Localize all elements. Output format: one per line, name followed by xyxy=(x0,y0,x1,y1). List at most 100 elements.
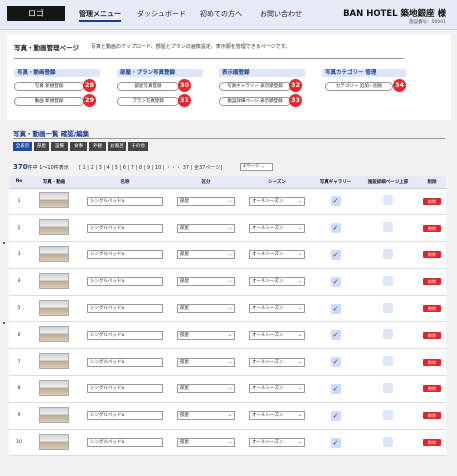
season-select[interactable]: オールシーズン ⌄ xyxy=(249,411,305,421)
category-cell: 部屋 ⌄ xyxy=(171,188,241,216)
delete-button[interactable]: 削除 xyxy=(423,439,441,447)
delete-button[interactable]: 削除 xyxy=(423,251,441,259)
delete-button[interactable]: 削除 xyxy=(423,412,441,420)
media-thumbnail[interactable] xyxy=(39,379,69,396)
detail-top-checkbox[interactable] xyxy=(383,409,393,420)
chevron-down-icon: ⌄ xyxy=(228,386,232,392)
media-thumbnail[interactable] xyxy=(39,299,69,316)
chevron-down-icon: ⌄ xyxy=(298,386,302,392)
season-select[interactable]: オールシーズン ⌄ xyxy=(249,277,305,287)
season-cell: オールシーズン ⌄ xyxy=(241,375,313,403)
name-input[interactable]: シングルベッドa xyxy=(87,411,163,421)
category-add-delete-button[interactable]: カテゴリー 追加・削除 xyxy=(325,82,393,91)
delete-button[interactable]: 削除 xyxy=(423,358,441,366)
pagination[interactable]: [ 1 | 2 | 3 | 4 | 5 | 6 | 7 | 8 | 9 | 10… xyxy=(79,164,222,171)
delete-button[interactable]: 削除 xyxy=(423,197,441,205)
per-page-select[interactable]: 1ページ ⌄ xyxy=(240,163,273,171)
media-thumbnail[interactable] xyxy=(39,245,69,262)
season-select[interactable]: オールシーズン ⌄ xyxy=(249,304,305,314)
category-select[interactable]: 部屋 ⌄ xyxy=(177,384,235,394)
season-select[interactable]: オールシーズン ⌄ xyxy=(249,250,305,260)
name-input[interactable]: シングルベッドa xyxy=(87,438,163,448)
media-thumbnail[interactable] xyxy=(39,406,69,423)
gallery-checkbox[interactable]: ✓ xyxy=(330,330,341,341)
delete-button[interactable]: 削除 xyxy=(423,224,441,232)
tab-all[interactable]: 全表示 xyxy=(13,142,32,151)
category-select[interactable]: 部屋 ⌄ xyxy=(177,277,235,287)
delete-button[interactable]: 削除 xyxy=(423,278,441,286)
name-input[interactable]: シングルベッドa xyxy=(87,384,163,394)
season-select[interactable]: オールシーズン ⌄ xyxy=(249,438,305,448)
detail-top-checkbox[interactable] xyxy=(383,248,393,259)
season-select[interactable]: オールシーズン ⌄ xyxy=(249,357,305,367)
room-photo-register-button[interactable]: 部屋写真登録 xyxy=(117,82,179,91)
name-cell: シングルベッドa xyxy=(79,375,171,403)
detail-top-checkbox[interactable] xyxy=(383,302,393,313)
season-select[interactable]: オールシーズン ⌄ xyxy=(249,223,305,233)
gallery-checkbox[interactable]: ✓ xyxy=(330,249,341,260)
delete-button[interactable]: 削除 xyxy=(423,305,441,313)
detail-top-checkbox[interactable] xyxy=(383,356,393,367)
detail-top-checkbox[interactable] xyxy=(383,222,393,233)
nav-contact[interactable]: お問い合わせ xyxy=(260,9,302,19)
gallery-checkbox[interactable]: ✓ xyxy=(330,410,341,421)
tab-meal[interactable]: 食事 xyxy=(70,142,87,151)
category-select[interactable]: 部屋 ⌄ xyxy=(177,357,235,367)
season-select[interactable]: オールシーズン ⌄ xyxy=(249,384,305,394)
media-thumbnail[interactable] xyxy=(39,326,69,343)
media-thumbnail[interactable] xyxy=(39,272,69,289)
detail-top-checkbox[interactable] xyxy=(383,382,393,393)
category-select[interactable]: 部屋 ⌄ xyxy=(177,304,235,314)
category-value: 部屋 xyxy=(180,332,189,338)
logo[interactable]: ロゴ xyxy=(7,6,65,21)
gallery-checkbox[interactable]: ✓ xyxy=(330,437,341,448)
tab-room[interactable]: 部屋 xyxy=(34,142,49,151)
table-row: 8 シングルベッドa 部屋 ⌄ オールシーズン ⌄ ✓ 削除 xyxy=(9,375,446,403)
photo-new-register-button[interactable]: 写真 新規登録 xyxy=(14,82,84,91)
category-select[interactable]: 部屋 ⌄ xyxy=(177,330,235,340)
nav-dashboard[interactable]: ダッシュボード xyxy=(137,9,186,19)
tab-bath[interactable]: お風呂 xyxy=(108,142,126,151)
detail-top-checkbox[interactable] xyxy=(383,195,393,206)
category-select[interactable]: 部屋 ⌄ xyxy=(177,196,235,206)
nav-beginners[interactable]: 初めての方へ xyxy=(200,9,242,19)
gallery-order-button[interactable]: 写真ギャラリー 表示順登録 xyxy=(219,82,291,91)
season-select[interactable]: オールシーズン ⌄ xyxy=(249,330,305,340)
name-input[interactable]: シングルベッドa xyxy=(87,277,163,287)
divider xyxy=(14,58,404,59)
name-input[interactable]: シングルベッドa xyxy=(87,223,163,233)
gallery-checkbox[interactable]: ✓ xyxy=(330,303,341,314)
category-select[interactable]: 部屋 ⌄ xyxy=(177,438,235,448)
name-cell: シングルベッドa xyxy=(79,321,171,350)
tab-exterior[interactable]: 外観 xyxy=(89,142,106,151)
name-input[interactable]: シングルベッドa xyxy=(87,357,163,367)
media-thumbnail[interactable] xyxy=(39,353,69,370)
category-select[interactable]: 部屋 ⌄ xyxy=(177,411,235,421)
name-input[interactable]: シングルベッドa xyxy=(87,330,163,340)
gallery-checkbox[interactable]: ✓ xyxy=(330,357,341,368)
category-select[interactable]: 部屋 ⌄ xyxy=(177,223,235,233)
gallery-checkbox[interactable]: ✓ xyxy=(330,223,341,234)
tab-other[interactable]: その他 xyxy=(128,142,148,151)
name-input[interactable]: シングルベッドa xyxy=(87,196,163,206)
detail-top-checkbox[interactable] xyxy=(383,275,393,286)
season-select[interactable]: オールシーズン ⌄ xyxy=(249,196,305,206)
gallery-checkbox[interactable]: ✓ xyxy=(330,196,341,207)
name-input[interactable]: シングルベッドa xyxy=(87,304,163,314)
detail-page-order-button[interactable]: 施設詳細ページ 表示順登録 xyxy=(219,97,291,106)
media-thumbnail[interactable] xyxy=(39,433,69,450)
detail-top-checkbox[interactable] xyxy=(383,436,393,447)
category-select[interactable]: 部屋 ⌄ xyxy=(177,250,235,260)
detail-top-checkbox[interactable] xyxy=(383,329,393,340)
plan-photo-register-button[interactable]: プラン写真登録 xyxy=(117,97,179,106)
delete-button[interactable]: 削除 xyxy=(423,331,441,339)
media-thumbnail[interactable] xyxy=(39,192,69,209)
gallery-checkbox[interactable]: ✓ xyxy=(330,383,341,394)
gallery-checkbox[interactable]: ✓ xyxy=(330,276,341,287)
video-new-register-button[interactable]: 動画 新規登録 xyxy=(14,97,84,106)
tab-facility[interactable]: 設備 xyxy=(51,142,68,151)
media-thumbnail[interactable] xyxy=(39,219,69,236)
nav-admin-menu[interactable]: 管理メニュー xyxy=(79,9,121,22)
delete-button[interactable]: 削除 xyxy=(423,385,441,393)
name-input[interactable]: シングルベッドa xyxy=(87,250,163,260)
